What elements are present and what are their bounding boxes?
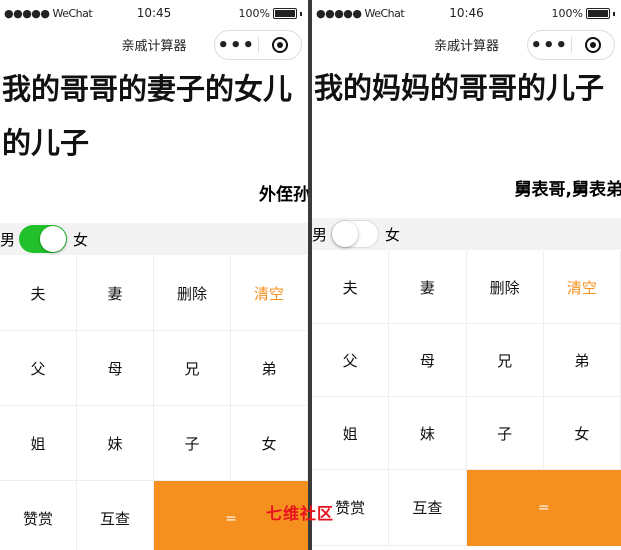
gender-toggle[interactable] [19,225,68,253]
gender-male-label: 男 [0,230,16,249]
battery-percent: 100% [551,7,583,20]
battery-icon [586,8,610,19]
carrier-label: ●●●●● WeChat [316,7,405,20]
key-husband[interactable]: 夫 [0,256,77,331]
delete-button[interactable]: 删除 [466,251,544,324]
gender-female-label: 女 [73,230,89,249]
watermark: 七维社区 [266,504,335,523]
battery-indicator: 100% [552,7,615,20]
close-button[interactable] [259,31,302,59]
key-mother[interactable]: 母 [389,324,467,397]
key-younger-brother[interactable]: 弟 [231,331,308,406]
equals-button[interactable]: = [466,470,621,546]
status-time: 10:46 [449,6,484,20]
key-daughter[interactable]: 女 [231,406,308,481]
key-elder-brother[interactable]: 兄 [154,331,231,406]
status-time: 10:45 [136,6,172,20]
nav-bar: 亲戚计算器 ••• [0,26,308,62]
query-line-1: 我的哥哥的妻子的女儿 [2,72,293,106]
battery-indicator: 100% [239,7,302,20]
miniprogram-capsule: ••• [214,30,302,60]
clear-button[interactable]: 清空 [231,256,308,331]
key-daughter[interactable]: 女 [543,397,621,470]
status-bar: ●●●●● WeChat 10:46 100% [312,0,621,26]
keypad: 夫 妻 删除 清空 父 母 兄 弟 姐 妹 子 女 赞赏 互查 = [0,256,308,550]
query-line-1: 我的妈妈的哥哥的儿子 [314,71,605,105]
status-bar: ●●●●● WeChat 10:45 100% [0,0,308,26]
gender-bar: 男 女 [312,218,621,250]
key-son[interactable]: 子 [466,397,544,470]
gender-male-label: 男 [312,225,328,244]
key-wife[interactable]: 妻 [389,251,467,324]
close-button[interactable] [572,31,615,59]
key-mother[interactable]: 母 [77,331,154,406]
delete-button[interactable]: 删除 [154,256,231,331]
key-younger-sister[interactable]: 妹 [77,406,154,481]
more-icon[interactable]: ••• [215,31,258,59]
key-wife[interactable]: 妻 [77,256,154,331]
key-son[interactable]: 子 [154,406,231,481]
reward-button[interactable]: 赞赏 [0,481,77,550]
clear-button[interactable]: 清空 [543,251,621,324]
key-husband[interactable]: 夫 [312,251,390,324]
phone-screen-left: ●●●●● WeChat 10:45 100% 亲戚计算器 ••• 我的哥哥的妻… [0,0,308,550]
key-elder-sister[interactable]: 姐 [312,397,390,470]
key-younger-sister[interactable]: 妹 [389,397,467,470]
result-text: 外侄孙 [259,185,308,205]
key-father[interactable]: 父 [312,324,390,397]
close-icon [584,37,601,53]
gender-female-label: 女 [385,225,401,244]
battery-icon [273,8,297,19]
gender-bar: 男 女 [0,223,308,255]
phone-screen-right: ●●●●● WeChat 10:46 100% 亲戚计算器 ••• 我的妈妈的哥… [312,0,621,550]
query-line-2: 的儿子 [2,126,90,160]
key-younger-brother[interactable]: 弟 [543,324,621,397]
key-elder-brother[interactable]: 兄 [466,324,544,397]
carrier-label: ●●●●● WeChat [4,7,93,20]
gender-toggle[interactable] [331,220,380,248]
result-text: 舅表哥,舅表弟 [514,180,621,200]
key-elder-sister[interactable]: 姐 [0,406,77,481]
miniprogram-capsule: ••• [527,30,615,60]
battery-percent: 100% [238,7,270,20]
more-icon[interactable]: ••• [528,31,571,59]
close-icon [271,37,288,53]
reverse-lookup-button[interactable]: 互查 [389,470,467,546]
keypad: 夫 妻 删除 清空 父 母 兄 弟 姐 妹 子 女 赞赏 互查 = [312,251,621,546]
nav-bar: 亲戚计算器 ••• [312,26,621,62]
reverse-lookup-button[interactable]: 互查 [77,481,154,550]
key-father[interactable]: 父 [0,331,77,406]
